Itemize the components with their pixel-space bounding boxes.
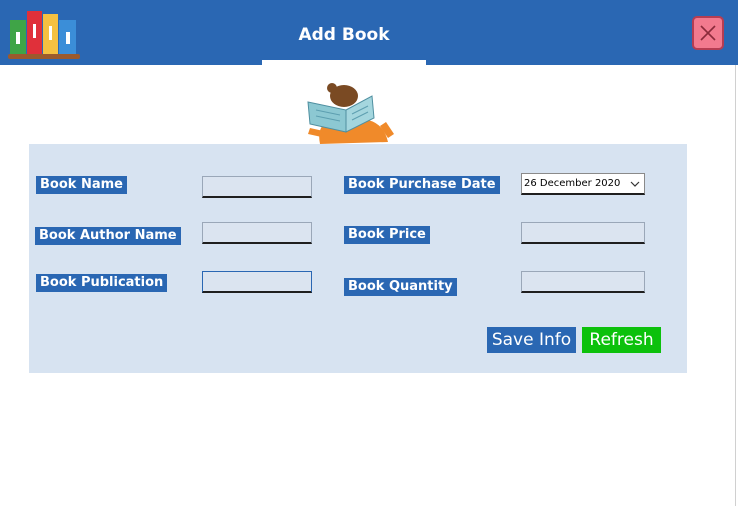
close-icon: [700, 25, 716, 41]
close-button[interactable]: [692, 16, 724, 50]
book-purchase-date-label: Book Purchase Date: [344, 176, 500, 194]
book-name-field[interactable]: [202, 176, 312, 198]
reading-person-icon: [307, 83, 394, 144]
title-bar: Add Book: [0, 0, 738, 65]
book-publication-label: Book Publication: [36, 274, 168, 292]
book-price-field[interactable]: [521, 222, 645, 244]
window-border: [735, 65, 736, 506]
book-quantity-field[interactable]: [521, 271, 645, 293]
book-publication-field[interactable]: [202, 271, 312, 293]
chevron-down-icon: [630, 181, 640, 187]
book-price-label: Book Price: [344, 226, 430, 244]
window-title: Add Book: [298, 25, 390, 45]
save-info-button[interactable]: Save Info: [487, 327, 576, 353]
book-quantity-label: Book Quantity: [344, 278, 457, 296]
purchase-date-value: 26 December 2020: [524, 178, 621, 189]
refresh-button[interactable]: Refresh: [582, 327, 661, 353]
books-icon: [8, 11, 80, 59]
book-author-name-label: Book Author Name: [35, 227, 181, 245]
book-author-name-field[interactable]: [202, 222, 312, 244]
title-underline: [262, 60, 426, 65]
book-name-label: Book Name: [36, 176, 127, 194]
book-purchase-date-picker[interactable]: 26 December 2020: [521, 173, 645, 195]
